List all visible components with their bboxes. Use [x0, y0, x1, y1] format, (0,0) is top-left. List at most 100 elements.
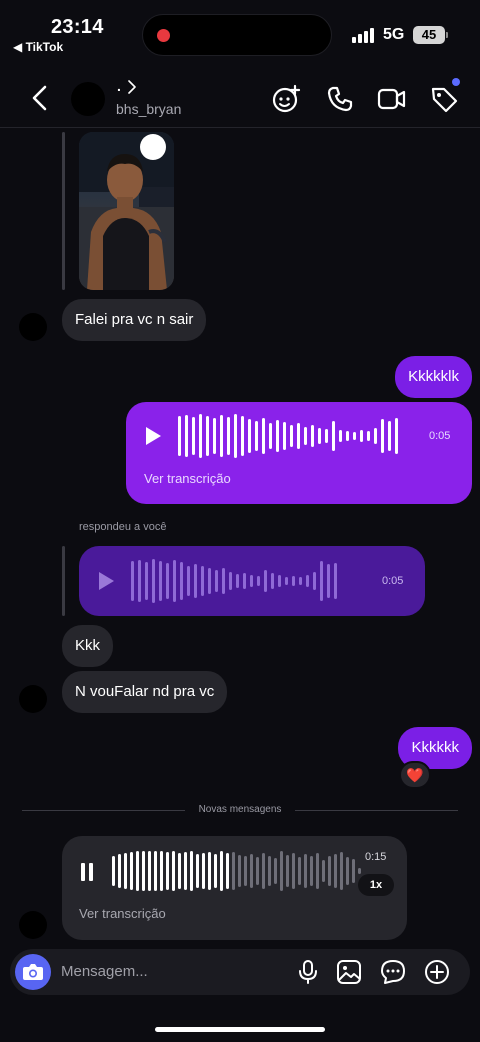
waveform-bar [268, 856, 271, 886]
waveform-bar [306, 575, 309, 587]
waveform-bar [238, 855, 241, 887]
view-transcript-link[interactable]: Ver transcrição [79, 906, 166, 921]
waveform-bar [229, 572, 232, 590]
waveform-bar [178, 853, 181, 889]
waveform-bar [220, 851, 223, 891]
message-outgoing[interactable]: Kkkkklk [395, 356, 472, 398]
waveform-bar [250, 575, 253, 587]
waveform-bar [381, 419, 384, 453]
message-incoming[interactable]: Kkk [62, 625, 114, 667]
waveform-bar [298, 857, 301, 885]
home-indicator[interactable] [155, 1027, 325, 1032]
avatar[interactable] [19, 685, 47, 713]
waveform-bar [243, 573, 246, 589]
waveform-bar [190, 851, 193, 891]
waveform-bar [250, 854, 253, 888]
waveform-bar [208, 852, 211, 890]
signal-icon [352, 27, 376, 43]
waveform-bar [334, 563, 337, 599]
new-messages-label: Novas mensagens [198, 804, 282, 815]
waveform-bar [241, 416, 244, 456]
voice-message-quoted[interactable]: 0:05 [79, 546, 425, 616]
waveform-bar [138, 560, 141, 602]
status-bar: 23:14 ◀ TikTok 5G 45 [0, 0, 480, 70]
avatar[interactable] [71, 82, 105, 116]
waveform-bar [192, 417, 195, 455]
sticker-icon[interactable] [380, 959, 406, 985]
camera-button[interactable] [15, 954, 51, 990]
waveform-bar [325, 429, 328, 443]
chevron-right-icon[interactable] [127, 80, 137, 94]
waveform-bar [248, 419, 251, 453]
waveform-bar [353, 432, 356, 440]
audio-waveform[interactable] [112, 849, 361, 893]
display-name[interactable]: . [117, 78, 121, 94]
video-call-icon[interactable] [377, 84, 407, 114]
waveform-bar [274, 858, 277, 884]
waveform-bar [180, 562, 183, 600]
battery-icon: 45 [413, 26, 445, 44]
waveform-bar [173, 560, 176, 602]
waveform-bar [280, 851, 283, 891]
avatar[interactable] [19, 911, 47, 939]
gallery-icon[interactable] [336, 959, 362, 985]
back-arrow-icon[interactable] [28, 84, 52, 112]
play-icon[interactable] [146, 427, 161, 445]
waveform-bar [358, 868, 361, 874]
waveform-bar [310, 856, 313, 886]
heart-reaction-icon[interactable]: ❤️ [399, 761, 431, 789]
play-icon[interactable] [99, 572, 114, 590]
voice-message-outgoing[interactable]: 0:05 Ver transcrição [126, 402, 472, 504]
waveform-bar [262, 418, 265, 454]
message-incoming[interactable]: N vouFalar nd pra vc [62, 671, 228, 713]
waveform-bar [236, 574, 239, 588]
waveform-bar [367, 431, 370, 441]
audio-waveform[interactable] [178, 414, 398, 458]
replied-label: respondeu a você [79, 521, 167, 533]
waveform-bar [196, 854, 199, 888]
add-icon[interactable] [424, 959, 450, 985]
waveform-bar [374, 428, 377, 444]
view-transcript-link[interactable]: Ver transcrição [144, 471, 231, 486]
voice-message-incoming[interactable]: 0:15 1x Ver transcrição [62, 836, 407, 940]
network-type: 5G [383, 26, 405, 43]
back-to-app-link[interactable]: ◀ TikTok [13, 40, 63, 54]
phone-icon[interactable] [325, 84, 355, 114]
message-incoming[interactable]: Falei pra vc n sair [62, 299, 207, 341]
microphone-icon[interactable] [295, 959, 321, 985]
waveform-bar [346, 431, 349, 441]
waveform-bar [360, 430, 363, 442]
username[interactable]: bhs_bryan [116, 101, 181, 117]
audio-duration: 0:05 [382, 575, 404, 587]
effects-icon[interactable] [271, 84, 301, 114]
waveform-bar [154, 851, 157, 891]
message-composer: Mensagem... [10, 949, 470, 995]
waveform-bar [339, 430, 342, 442]
clock: 23:14 [51, 16, 104, 38]
waveform-bar [283, 422, 286, 450]
waveform-bar [159, 561, 162, 601]
tag-icon[interactable] [429, 84, 459, 114]
waveform-bar [256, 857, 259, 885]
waveform-bar [178, 416, 181, 456]
waveform-bar [278, 575, 281, 587]
waveform-bar [214, 854, 217, 888]
waveform-bar [184, 852, 187, 890]
waveform-bar [152, 559, 155, 603]
waveform-bar [213, 418, 216, 454]
waveform-bar [340, 852, 343, 890]
waveform-bar [322, 860, 325, 882]
pause-icon[interactable] [81, 863, 95, 881]
waveform-bar [388, 421, 391, 451]
message-input[interactable]: Mensagem... [61, 963, 148, 980]
waveform-bar [187, 566, 190, 596]
audio-waveform[interactable] [131, 559, 337, 603]
notification-badge [452, 78, 460, 86]
waveform-bar [194, 564, 197, 598]
waveform-bar [334, 854, 337, 888]
avatar[interactable] [19, 313, 47, 341]
camera-icon [23, 964, 43, 980]
waveform-bar [290, 425, 293, 447]
playback-speed-button[interactable]: 1x [358, 874, 394, 896]
waveform-bar [292, 576, 295, 586]
